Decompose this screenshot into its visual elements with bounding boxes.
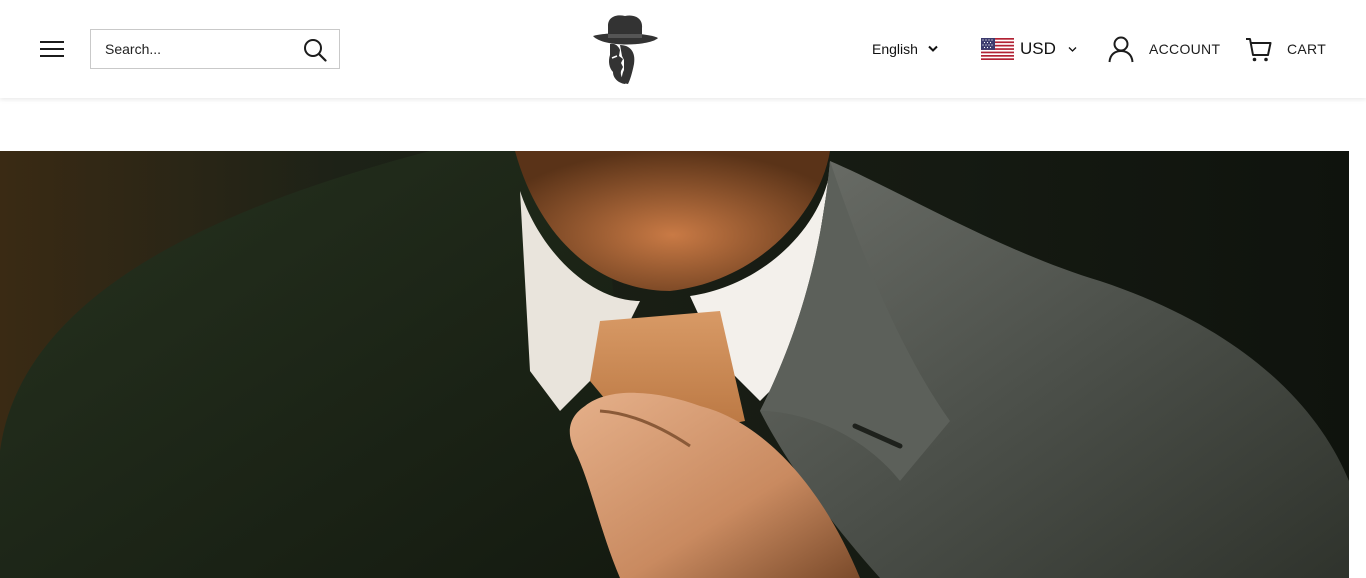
man-in-suit-adjusting-tie-photo [0,151,1349,578]
cart-label: CART [1287,41,1327,57]
user-icon [1108,36,1134,63]
cart-link[interactable]: CART [1245,35,1326,63]
hamburger-menu-icon[interactable] [38,37,66,61]
chevron-down-icon [928,45,938,52]
language-label: English [872,41,918,57]
site-header: English USD [0,0,1366,98]
chevron-down-icon [1068,46,1077,52]
language-selector[interactable]: English [872,40,938,58]
account-label: ACCOUNT [1149,41,1221,57]
currency-selector[interactable]: USD [981,37,1077,61]
fedora-hat-man-logo[interactable] [590,12,660,86]
search-form [90,29,340,69]
currency-label: USD [1020,39,1056,58]
us-flag-icon [981,38,1014,60]
hero-banner [0,151,1349,578]
search-icon[interactable] [303,38,327,62]
cart-icon [1246,37,1272,61]
account-link[interactable]: ACCOUNT [1107,35,1220,63]
search-input[interactable] [91,30,296,68]
